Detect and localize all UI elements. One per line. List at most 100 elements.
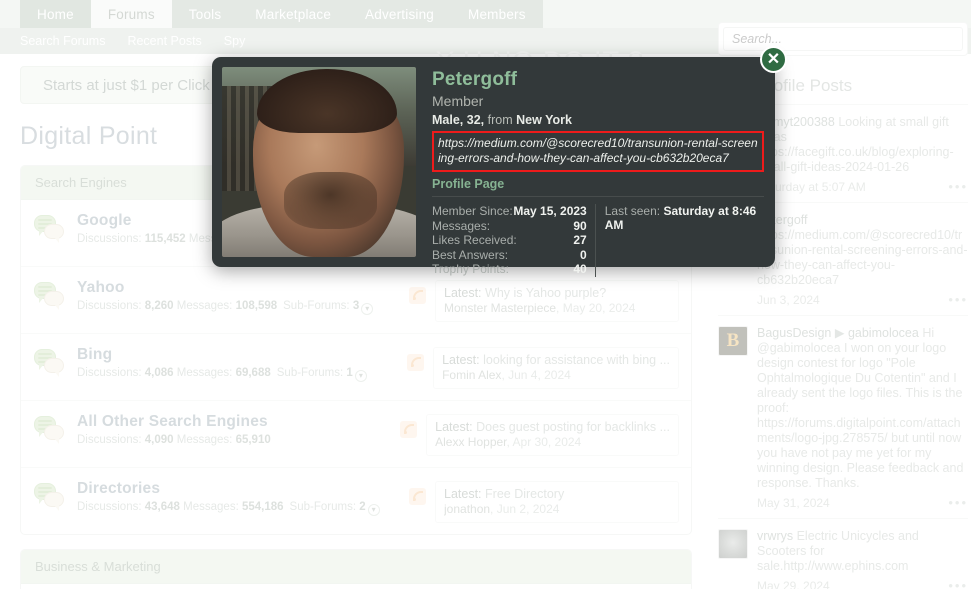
nav-tab-members[interactable]: Members xyxy=(451,0,543,28)
member-stat-label: Member Since: xyxy=(432,204,513,218)
forum-row[interactable]: All Other Search Engines Discussions: 4,0… xyxy=(21,401,691,468)
profile-post-target[interactable]: gabimolocea xyxy=(848,326,919,340)
forum-board: Business & MarketingGeneral Business Lat… xyxy=(20,549,692,589)
member-stats-table: Member Since: May 15, 2023 Messages: 90 Like… xyxy=(432,204,596,277)
profile-post-body: BagusDesign ▶ gabimolocea Hi @gabimoloce… xyxy=(757,326,968,512)
profile-post-message: Hi @gabimolocea I won on your logo desig… xyxy=(757,326,964,490)
more-options-icon[interactable]: ••• xyxy=(948,578,968,589)
member-name[interactable]: Petergoff xyxy=(432,69,765,91)
member-stat-label: Messages: xyxy=(432,218,491,233)
profile-post-text: vrwrys Electric Unicycles and Scooters f… xyxy=(757,529,968,574)
forum-row-main: All Other Search Engines Discussions: 4,0… xyxy=(77,413,400,446)
search-input[interactable] xyxy=(723,27,963,51)
forum-title[interactable]: Yahoo xyxy=(77,279,409,297)
messages-label: Messages: xyxy=(183,501,239,513)
discussions-label: Discussions: xyxy=(77,501,142,513)
profile-post-message: https://medium.com/@scorecred10/transuni… xyxy=(757,228,968,287)
latest-thread-title[interactable]: Free Directory xyxy=(485,487,564,501)
nav-tab-members-label: Members xyxy=(468,6,526,22)
forum-title[interactable]: All Other Search Engines xyxy=(77,413,400,431)
member-from-label: from xyxy=(487,113,513,127)
latest-author[interactable]: jonathon xyxy=(444,502,490,516)
profile-post-text: Petergoff https://medium.com/@scorecred1… xyxy=(757,213,968,288)
forum-row[interactable]: Bing Discussions: 4,086 Messages: 69,688 S… xyxy=(21,334,691,401)
forum-row[interactable]: Yahoo Discussions: 8,260 Messages: 108,59… xyxy=(21,267,691,334)
profile-post-date: May 31, 2024 xyxy=(757,495,830,510)
nav-tab-forums[interactable]: Forums xyxy=(90,0,172,28)
avatar-beard xyxy=(284,171,378,229)
latest-prefix: Latest: xyxy=(444,487,482,501)
chevron-down-icon[interactable]: ▾ xyxy=(354,370,367,382)
forum-latest: Latest: Does guest posting for backlinks… xyxy=(400,414,679,456)
latest-post-box[interactable]: Latest: Does guest posting for backlinks… xyxy=(426,414,679,456)
rss-icon[interactable] xyxy=(407,354,425,371)
rss-icon[interactable] xyxy=(409,287,426,304)
profile-post-footer: May 29, 2024 ••• xyxy=(757,578,968,589)
subnav-search-forums[interactable]: Search Forums xyxy=(20,34,105,48)
discussions-label: Discussions: xyxy=(77,434,142,446)
discussions-count: 4,086 xyxy=(144,367,174,379)
arrow-right-icon: ▶ xyxy=(834,326,845,340)
discussions-count: 4,090 xyxy=(144,434,174,446)
forum-bubbles-icon xyxy=(33,416,67,446)
latest-line-meta: Alexx Hopper, Apr 30, 2024 xyxy=(435,435,582,449)
nav-tab-tools[interactable]: Tools xyxy=(171,0,239,28)
subnav-spy[interactable]: Spy xyxy=(224,34,246,48)
profile-page-link[interactable]: Profile Page xyxy=(432,177,764,197)
latest-post-box[interactable]: Latest: Free Directory jonathon, Jun 2, 2… xyxy=(435,481,679,523)
forum-row[interactable]: Directories Discussions: 43,648 Messages:… xyxy=(21,468,691,534)
messages-count: 554,186 xyxy=(241,501,284,513)
profile-post-date: May 29, 2024 xyxy=(757,578,830,589)
chevron-down-icon[interactable]: ▾ xyxy=(361,303,374,315)
more-options-icon[interactable]: ••• xyxy=(948,292,968,307)
latest-line-meta: Fomin Alex, Jun 4, 2024 xyxy=(442,368,571,382)
rss-icon[interactable] xyxy=(400,421,418,438)
latest-thread-title[interactable]: looking for assistance with bing ... xyxy=(483,353,670,367)
profile-post-item[interactable]: vrwrys Electric Unicycles and Scooters f… xyxy=(718,519,968,589)
forum-latest: Latest: looking for assistance with bing… xyxy=(407,347,679,389)
member-stat-value: 0 xyxy=(580,247,587,262)
forum-meta: Discussions: 4,090 Messages: 65,910 xyxy=(77,434,400,446)
latest-author[interactable]: Monster Masterpiece xyxy=(444,301,556,315)
nav-tab-advertising[interactable]: Advertising xyxy=(348,0,452,28)
close-icon[interactable]: ✕ xyxy=(760,46,787,73)
forum-title[interactable]: Bing xyxy=(77,346,407,364)
nav-tab-home[interactable]: Home xyxy=(20,0,91,28)
member-url[interactable]: https://medium.com/@scorecred10/transuni… xyxy=(438,136,758,166)
latest-post-box[interactable]: Latest: looking for assistance with bing… xyxy=(433,347,679,389)
profile-post-item[interactable]: BagusDesign ▶ gabimolocea Hi @gabimoloce… xyxy=(718,316,968,519)
forum-row[interactable]: General Business Latest: Earn onlineErnn… xyxy=(21,584,691,589)
forum-meta: Discussions: 4,086 Messages: 69,688 Sub-F… xyxy=(77,367,407,382)
latest-post-box[interactable]: Latest: Why is Yahoo purple? Monster Mast… xyxy=(435,280,679,322)
more-options-icon[interactable]: ••• xyxy=(948,179,968,194)
forum-row-main: Yahoo Discussions: 8,260 Messages: 108,59… xyxy=(77,279,409,315)
subforums-count: 2 xyxy=(359,501,366,513)
latest-date: Jun 4, 2024 xyxy=(508,368,571,382)
profile-post-author[interactable]: vrwrys xyxy=(757,529,793,543)
member-stat-label: Trophy Points: xyxy=(432,262,509,276)
profile-post-body: jimmyt200388 Looking at small gift ideas… xyxy=(757,115,968,196)
latest-author[interactable]: Fomin Alex xyxy=(442,368,501,382)
member-stat-row: Best Answers: 0 xyxy=(432,248,587,263)
latest-thread-title[interactable]: Does guest posting for backlinks ... xyxy=(476,420,670,434)
messages-count: 69,688 xyxy=(235,367,271,379)
member-avatar-large[interactable] xyxy=(222,67,416,257)
latest-thread-title[interactable]: Why is Yahoo purple? xyxy=(485,286,606,300)
member-demographics: Male, 32, from New York xyxy=(432,113,572,127)
profile-post-author[interactable]: BagusDesign xyxy=(757,326,831,340)
rss-icon[interactable] xyxy=(409,488,426,505)
forum-row-main: Bing Discussions: 4,086 Messages: 69,688 S… xyxy=(77,346,407,382)
discussions-count: 43,648 xyxy=(144,501,180,513)
member-stat-row: Member Since: May 15, 2023 xyxy=(432,204,587,219)
forum-title[interactable]: Directories xyxy=(77,480,409,498)
messages-label: Messages: xyxy=(176,300,233,312)
avatar[interactable] xyxy=(718,326,748,356)
latest-author[interactable]: Alexx Hopper xyxy=(435,435,506,449)
chevron-down-icon[interactable]: ▾ xyxy=(367,504,380,516)
nav-tab-home-label: Home xyxy=(37,6,74,22)
subnav-recent-posts[interactable]: Recent Posts xyxy=(127,34,201,48)
more-options-icon[interactable]: ••• xyxy=(948,495,968,510)
nav-tab-marketplace[interactable]: Marketplace xyxy=(238,0,349,28)
avatar[interactable] xyxy=(718,529,748,559)
profile-post-date: Jun 3, 2024 xyxy=(757,292,820,307)
